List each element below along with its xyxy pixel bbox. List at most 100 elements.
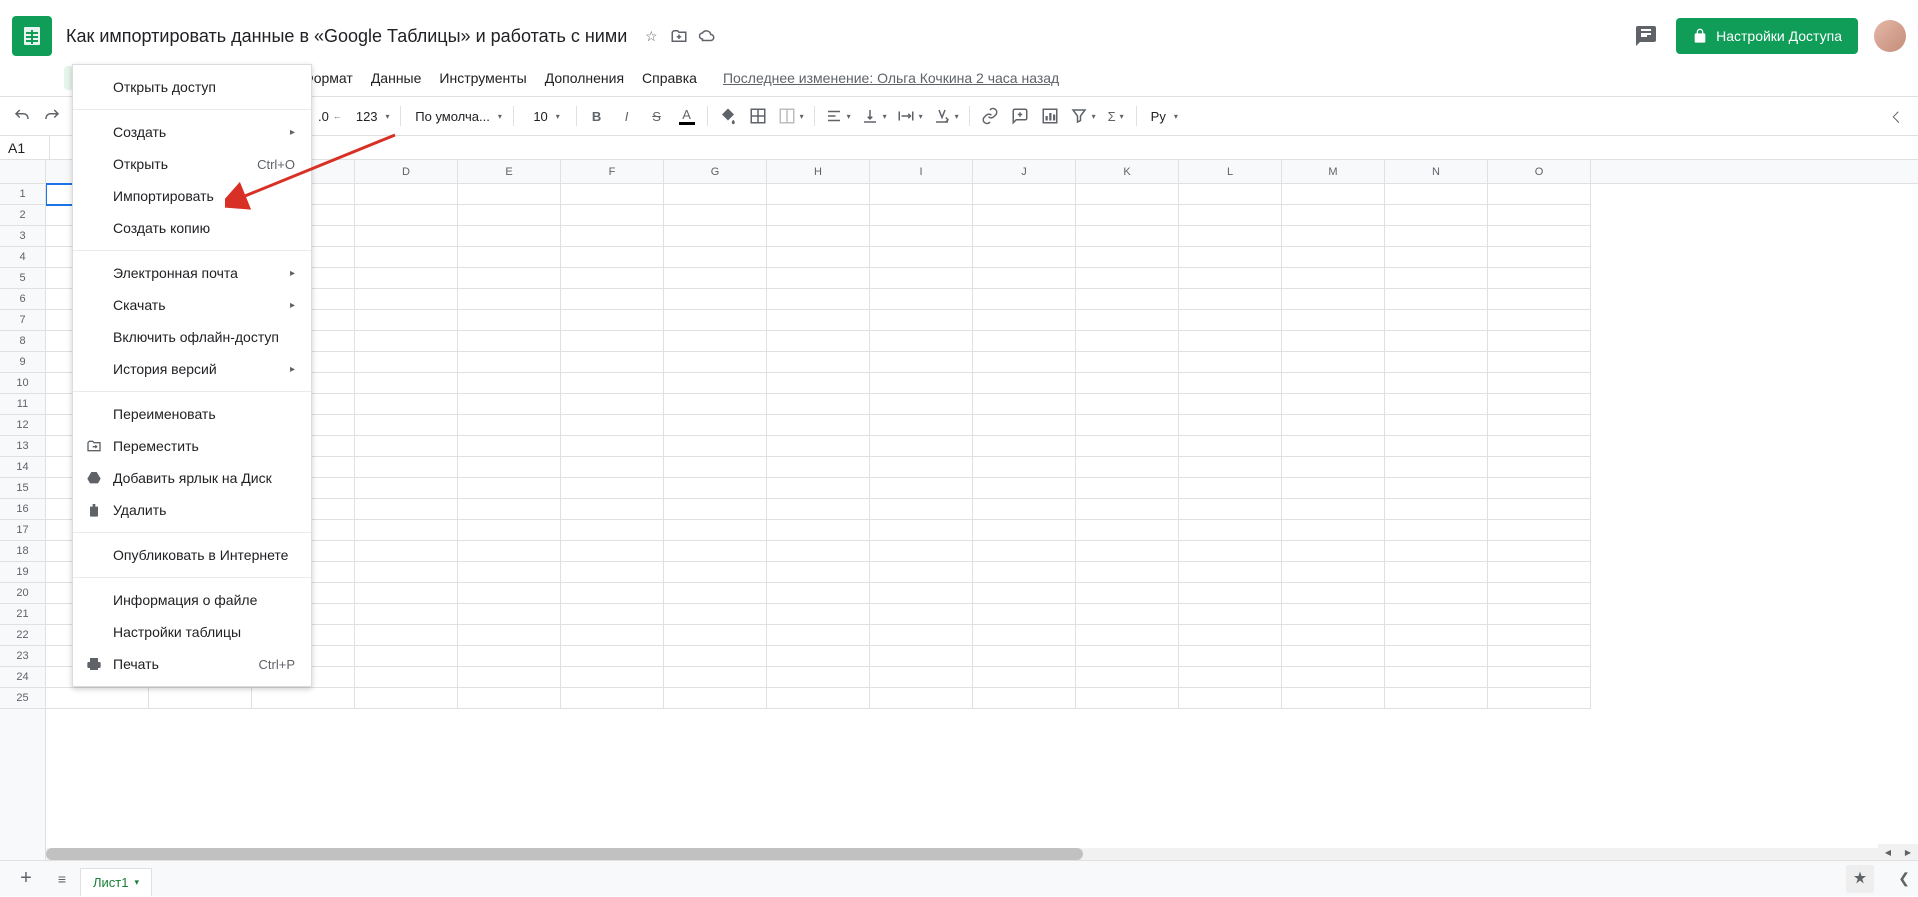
- cell[interactable]: [870, 520, 973, 541]
- cell[interactable]: [1076, 478, 1179, 499]
- cell[interactable]: [870, 352, 973, 373]
- sheet-tab[interactable]: Лист1 ▾: [80, 868, 152, 896]
- cell[interactable]: [561, 226, 664, 247]
- cell[interactable]: [664, 226, 767, 247]
- cell[interactable]: [1282, 688, 1385, 709]
- cell[interactable]: [1179, 625, 1282, 646]
- cell[interactable]: [355, 625, 458, 646]
- cell[interactable]: [1385, 583, 1488, 604]
- row-header[interactable]: 19: [0, 562, 45, 583]
- cell[interactable]: [561, 184, 664, 205]
- file-menu-email[interactable]: Электронная почта▸: [73, 257, 311, 289]
- cell[interactable]: [355, 394, 458, 415]
- cell[interactable]: [767, 667, 870, 688]
- column-header[interactable]: I: [870, 160, 973, 183]
- cell[interactable]: [767, 226, 870, 247]
- cell[interactable]: [870, 499, 973, 520]
- horizontal-scrollbar-thumb[interactable]: [46, 848, 1083, 860]
- file-menu-details[interactable]: Информация о файле: [73, 584, 311, 616]
- row-header[interactable]: 8: [0, 331, 45, 352]
- cell[interactable]: [767, 499, 870, 520]
- cell[interactable]: [1488, 688, 1591, 709]
- row-header[interactable]: 1: [0, 184, 45, 205]
- cell[interactable]: [767, 688, 870, 709]
- cell[interactable]: [1385, 226, 1488, 247]
- cell[interactable]: [664, 583, 767, 604]
- cell[interactable]: [1385, 457, 1488, 478]
- cell[interactable]: [561, 499, 664, 520]
- cell[interactable]: [1179, 499, 1282, 520]
- cell[interactable]: [1076, 226, 1179, 247]
- row-header[interactable]: 23: [0, 646, 45, 667]
- file-menu-download[interactable]: Скачать▸: [73, 289, 311, 321]
- cell[interactable]: [767, 415, 870, 436]
- cell[interactable]: [973, 478, 1076, 499]
- row-header[interactable]: 5: [0, 268, 45, 289]
- cell[interactable]: [1179, 331, 1282, 352]
- file-menu-share[interactable]: Открыть доступ: [73, 71, 311, 103]
- cell[interactable]: [1488, 436, 1591, 457]
- horizontal-scrollbar[interactable]: [46, 848, 1898, 860]
- cell[interactable]: [1282, 205, 1385, 226]
- cell[interactable]: [870, 478, 973, 499]
- cell[interactable]: [561, 541, 664, 562]
- cell[interactable]: [767, 352, 870, 373]
- menu-data[interactable]: Данные: [363, 66, 430, 90]
- cell[interactable]: [767, 562, 870, 583]
- cell[interactable]: [1179, 226, 1282, 247]
- cell[interactable]: [973, 205, 1076, 226]
- cell[interactable]: [870, 541, 973, 562]
- cell[interactable]: [355, 478, 458, 499]
- cell[interactable]: [458, 184, 561, 205]
- last-edit-link[interactable]: Последнее изменение: Ольга Кочкина 2 час…: [723, 70, 1059, 86]
- name-box[interactable]: A1: [0, 136, 50, 159]
- cell[interactable]: [1488, 415, 1591, 436]
- cell[interactable]: [664, 520, 767, 541]
- cell[interactable]: [1179, 541, 1282, 562]
- cell[interactable]: [458, 289, 561, 310]
- cell[interactable]: [767, 478, 870, 499]
- cell[interactable]: [973, 247, 1076, 268]
- cell[interactable]: [1488, 457, 1591, 478]
- cell[interactable]: [1076, 541, 1179, 562]
- row-header[interactable]: 6: [0, 289, 45, 310]
- cell[interactable]: [1076, 562, 1179, 583]
- cell[interactable]: [1385, 688, 1488, 709]
- cell[interactable]: [1282, 415, 1385, 436]
- cell[interactable]: [1385, 394, 1488, 415]
- cell[interactable]: [355, 688, 458, 709]
- cell[interactable]: [458, 688, 561, 709]
- row-header[interactable]: 4: [0, 247, 45, 268]
- cell[interactable]: [973, 268, 1076, 289]
- cell[interactable]: [355, 226, 458, 247]
- cell[interactable]: [870, 184, 973, 205]
- cell[interactable]: [973, 562, 1076, 583]
- cell[interactable]: [458, 646, 561, 667]
- row-header[interactable]: 13: [0, 436, 45, 457]
- cell[interactable]: [1385, 184, 1488, 205]
- cell[interactable]: [767, 541, 870, 562]
- cell[interactable]: [973, 310, 1076, 331]
- cell[interactable]: [1282, 184, 1385, 205]
- cell[interactable]: [458, 226, 561, 247]
- cell[interactable]: [355, 205, 458, 226]
- column-header[interactable]: G: [664, 160, 767, 183]
- account-avatar[interactable]: [1874, 20, 1906, 52]
- file-menu-print[interactable]: ПечатьCtrl+P: [73, 648, 311, 680]
- insert-chart-button[interactable]: [1036, 102, 1064, 130]
- cell[interactable]: [1282, 541, 1385, 562]
- cell[interactable]: [1179, 667, 1282, 688]
- cell[interactable]: [1282, 520, 1385, 541]
- font-size-select[interactable]: 10: [520, 102, 570, 130]
- cell[interactable]: [664, 268, 767, 289]
- cell[interactable]: [458, 499, 561, 520]
- cell[interactable]: [767, 373, 870, 394]
- cell[interactable]: [561, 394, 664, 415]
- cell[interactable]: [1488, 352, 1591, 373]
- merge-cells-button[interactable]: [774, 102, 808, 130]
- file-menu-import[interactable]: Импортировать: [73, 180, 311, 212]
- cell[interactable]: [1488, 667, 1591, 688]
- cell[interactable]: [1282, 394, 1385, 415]
- strikethrough-button[interactable]: S: [643, 102, 671, 130]
- cell[interactable]: [1179, 478, 1282, 499]
